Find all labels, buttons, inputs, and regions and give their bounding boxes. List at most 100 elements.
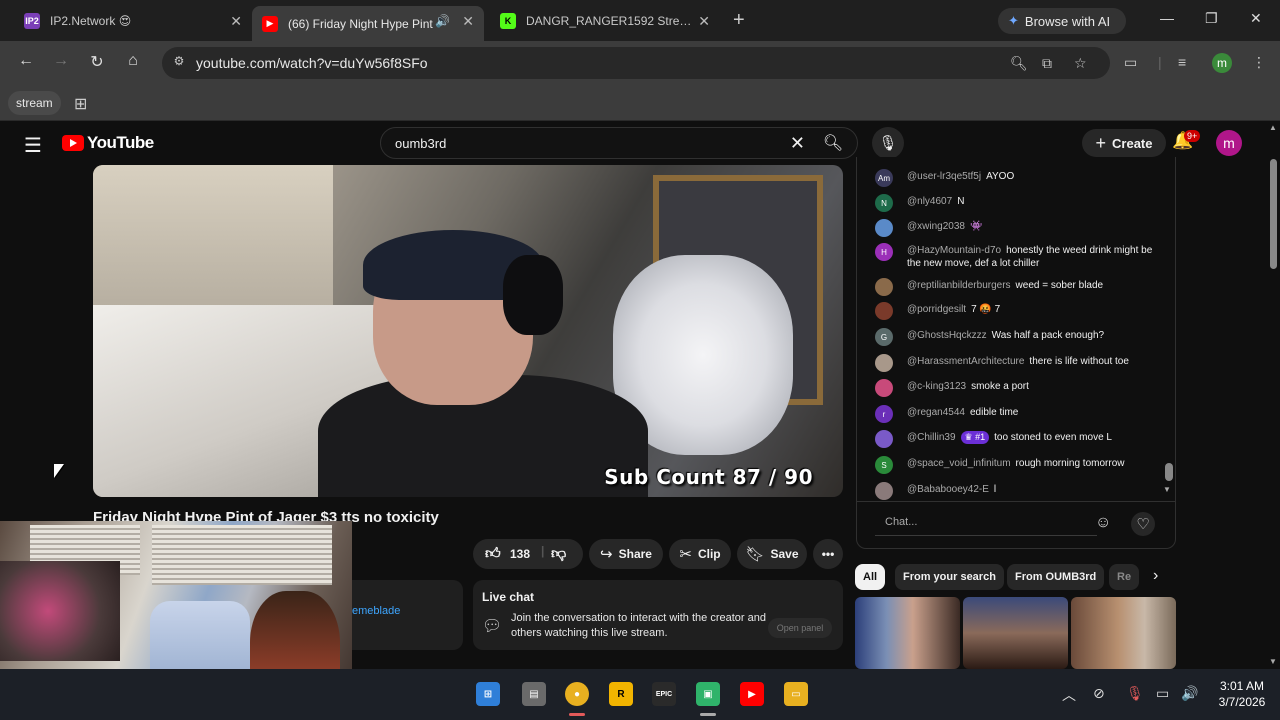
windows-start-icon[interactable]: ⊞ — [476, 682, 500, 706]
clip-label: Clip — [697, 547, 721, 561]
chat-text: l — [993, 484, 997, 495]
system-clock[interactable]: 3:01 AM 3/7/2026 — [1210, 678, 1274, 710]
volume-icon[interactable]: 🔊 — [1181, 685, 1198, 702]
browser-menu-icon[interactable]: ⋮ — [1252, 54, 1266, 71]
back-arrow-icon[interactable]: ← — [15, 52, 37, 70]
close-tab-icon[interactable]: ✕ — [230, 13, 242, 30]
chat-username[interactable]: @xwing2038 — [907, 221, 965, 232]
description-link[interactable]: emeblade — [352, 605, 400, 617]
chat-input[interactable]: Chat... — [875, 510, 1097, 536]
share-button[interactable]: ↪ Share — [589, 539, 663, 569]
url-text[interactable]: youtube.com/watch?v=duYw56f8SFo — [196, 55, 428, 71]
apps-grid-icon[interactable]: ⊞ — [74, 94, 87, 114]
chat-username[interactable]: @GhostsHqckzzz — [907, 330, 987, 341]
epic-games-icon[interactable]: EPIC — [652, 682, 676, 706]
forward-arrow-icon[interactable]: → — [50, 52, 72, 70]
chat-username[interactable]: @space_void_infinitum — [907, 458, 1011, 469]
file-explorer-icon[interactable]: ▭ — [784, 682, 808, 706]
chat-username[interactable]: @regan4544 — [907, 407, 965, 418]
like-thumb-icon[interactable]: 👍︎ — [485, 545, 501, 563]
bookmark-stream[interactable]: stream — [8, 91, 61, 115]
youtube-logo[interactable]: YouTube — [62, 133, 154, 153]
video-thumbnail[interactable] — [1071, 597, 1176, 669]
chip-related[interactable]: Re — [1109, 564, 1139, 590]
chat-text: too stoned to even move L — [994, 432, 1112, 443]
home-icon[interactable]: ⌂ — [122, 52, 144, 70]
hamburger-menu-icon[interactable]: ☰ — [24, 133, 42, 158]
chat-username[interactable]: @HarassmentArchitecture — [907, 356, 1024, 367]
chat-username[interactable]: @user-lr3qe5tf5j — [907, 171, 981, 182]
sub-count-overlay: Sub Count 87 / 90 — [604, 465, 813, 489]
reload-icon[interactable]: ↻ — [86, 52, 108, 72]
voice-search-mic-icon[interactable]: 🎙 — [872, 127, 904, 159]
browse-with-ai-button[interactable]: ✦ Browse with AI — [998, 8, 1126, 34]
chat-avatar: H — [875, 243, 893, 261]
search-button[interactable]: 🔍︎ — [809, 128, 857, 158]
chat-username[interactable]: @nly4607 — [907, 196, 952, 207]
save-button[interactable]: 🔖︎ Save — [737, 539, 807, 569]
scrollbar-thumb[interactable] — [1270, 159, 1277, 269]
chat-username[interactable]: @Chillin39 — [907, 432, 956, 443]
chat-username[interactable]: @c-king3123 — [907, 381, 966, 392]
rockstar-icon[interactable]: R — [609, 682, 633, 706]
task-view-icon[interactable]: ▤ — [522, 682, 546, 706]
search-input[interactable]: oumb3rd — [395, 136, 446, 151]
tab-search-icon[interactable]: ▭ — [1124, 54, 1137, 71]
close-window-icon[interactable]: ✕ — [1250, 10, 1262, 27]
display-icon[interactable]: ▭ — [1156, 685, 1169, 702]
chat-username[interactable]: @HazyMountain-d7o — [907, 245, 1001, 256]
more-actions-button[interactable]: ••• — [813, 539, 843, 569]
heart-reaction-icon[interactable]: ♡ — [1131, 512, 1155, 536]
search-box[interactable]: oumb3rd ✕ 🔍︎ — [380, 127, 858, 159]
new-tab-button[interactable]: + — [733, 10, 745, 30]
member-badge: ♛ #1 — [960, 431, 990, 444]
chip-from-your-search[interactable]: From your search — [895, 564, 1004, 590]
chat-username[interactable]: @Bababooey42-E — [907, 484, 989, 495]
share-arrow-icon: ↪ — [600, 546, 613, 563]
open-panel-button[interactable]: Open panel — [768, 618, 832, 638]
scroll-up-icon[interactable]: ▲ — [1269, 123, 1277, 132]
kick-app-icon[interactable]: ▣ — [696, 682, 720, 706]
tab-ip2-network[interactable]: IP2 IP2.Network 😍 ✕ — [14, 6, 252, 36]
zoom-icon[interactable]: 🔍︎ — [1010, 55, 1028, 72]
chip-all[interactable]: All — [855, 564, 886, 590]
network-off-icon[interactable]: ⊘ — [1093, 685, 1105, 702]
video-player[interactable]: Sub Count 87 / 90 — [93, 165, 843, 497]
close-tab-icon[interactable]: ✕ — [462, 13, 474, 30]
tab-youtube[interactable]: ▶ (66) Friday Night Hype Pint 🔊 ✕ — [252, 6, 484, 41]
close-tab-icon[interactable]: ✕ — [698, 13, 710, 30]
browser-profile-avatar[interactable]: m — [1212, 53, 1232, 73]
tab-kick-stream[interactable]: K DANGR_RANGER1592 Stream - ✕ — [490, 6, 720, 36]
page-scrollbar[interactable]: ▲ ▼ — [1268, 121, 1280, 669]
chat-scrollbar[interactable] — [1165, 463, 1173, 481]
minimize-icon[interactable]: — — [1160, 10, 1174, 26]
chrome-icon[interactable]: ● — [565, 682, 589, 706]
chat-scroll-down-icon[interactable]: ▼ — [1163, 485, 1171, 494]
address-bar[interactable]: ⚙ youtube.com/watch?v=duYw56f8SFo 🔍︎ ⧉ ☆ — [162, 47, 1110, 79]
account-avatar[interactable]: m — [1216, 130, 1242, 156]
chat-avatar — [875, 354, 893, 372]
chat-username[interactable]: @porridgesilt — [907, 304, 966, 315]
dislike-thumb-icon[interactable]: 👎︎ — [551, 545, 566, 563]
scroll-down-icon[interactable]: ▼ — [1269, 657, 1277, 666]
description-card[interactable]: emeblade — [352, 580, 463, 650]
create-button[interactable]: + Create — [1082, 129, 1166, 157]
speaker-icon[interactable]: 🔊 — [435, 14, 450, 28]
webcam-window-blind — [152, 525, 332, 585]
restore-icon[interactable]: ❐ — [1205, 10, 1218, 27]
chat-username[interactable]: @reptilianbilderburgers — [907, 280, 1011, 291]
microphone-icon[interactable]: 🎙 — [1126, 685, 1144, 702]
bookmark-star-icon[interactable]: ☆ — [1074, 55, 1087, 72]
chevron-right-icon[interactable]: › — [1153, 567, 1158, 585]
chip-from-channel[interactable]: From OUMB3rd — [1007, 564, 1105, 590]
emoji-icon[interactable]: ☺ — [1095, 514, 1111, 532]
clear-search-icon[interactable]: ✕ — [790, 133, 805, 154]
install-app-icon[interactable]: ⧉ — [1042, 55, 1052, 72]
tray-chevron-up-icon[interactable]: ︿ — [1062, 685, 1076, 705]
media-control-icon[interactable]: ≡ — [1178, 54, 1186, 70]
video-thumbnail[interactable] — [963, 597, 1068, 669]
video-thumbnail[interactable] — [855, 597, 960, 669]
clip-button[interactable]: ✂ Clip — [669, 539, 731, 569]
site-info-icon[interactable]: ⚙ — [170, 54, 188, 72]
youtube-app-icon[interactable]: ▶ — [740, 682, 764, 706]
